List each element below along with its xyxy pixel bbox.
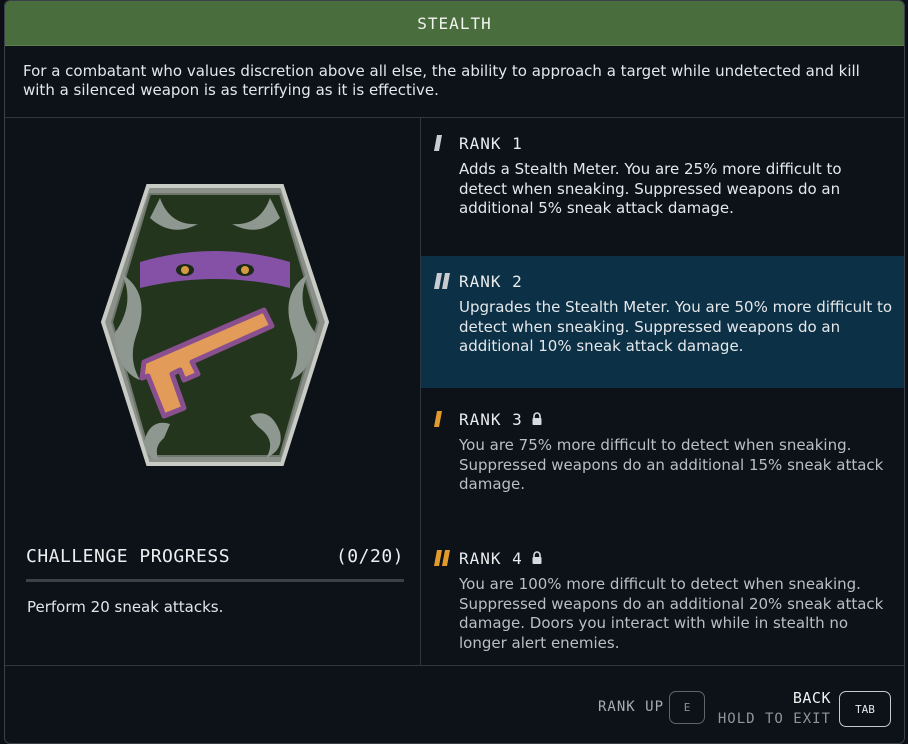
footer-controls: RANK UP E BACK HOLD TO EXIT TAB: [5, 667, 904, 743]
back-button[interactable]: TAB: [839, 691, 891, 727]
rank-up-label: RANK UP: [598, 699, 665, 715]
rank-4-label: RANK 4: [459, 548, 523, 568]
rank-3-mark-icon: [434, 411, 442, 427]
lock-icon: [532, 551, 542, 564]
badge-column: CHALLENGE PROGRESS (0/20) Perform 20 sne…: [5, 118, 421, 666]
rank-2-label: RANK 2: [459, 271, 523, 291]
rank-3-item[interactable]: RANK 3 You are 75% more difficult to det…: [421, 408, 904, 528]
perk-title: STEALTH: [417, 13, 492, 33]
rank-2-mark-icon: [434, 273, 450, 289]
rank-2-item[interactable]: RANK 2 Upgrades the Stealth Meter. You a…: [421, 256, 904, 388]
rank-4-item[interactable]: RANK 4 You are 100% more difficult to de…: [421, 547, 904, 665]
challenge-heading: CHALLENGE PROGRESS: [26, 546, 231, 567]
title-bar: STEALTH: [5, 1, 904, 46]
rank-2-description: Upgrades the Stealth Meter. You are 50% …: [459, 298, 893, 355]
challenge-progress-count: (0/20): [335, 546, 404, 567]
lock-icon: [532, 412, 542, 425]
rank-up-button[interactable]: E: [669, 691, 705, 724]
back-key-label: TAB: [855, 702, 875, 716]
challenge-header: CHALLENGE PROGRESS (0/20): [26, 546, 404, 582]
back-label: BACK: [792, 689, 831, 707]
ranks-column: RANK 1 Adds a Stealth Meter. You are 25%…: [421, 118, 904, 666]
stealth-badge-icon: [100, 184, 330, 466]
rank-1-mark-icon: [434, 135, 442, 151]
perk-description: For a combatant who values discretion ab…: [5, 46, 904, 118]
rank-up-key-label: E: [683, 701, 691, 714]
rank-4-mark-icon: [434, 550, 450, 566]
rank-1-label: RANK 1: [459, 133, 523, 153]
rank-3-label: RANK 3: [459, 409, 523, 429]
challenge-task: Perform 20 sneak attacks.: [27, 598, 224, 616]
rank-1-description: Adds a Stealth Meter. You are 25% more d…: [459, 160, 842, 217]
perk-panel: STEALTH For a combatant who values discr…: [4, 0, 905, 744]
rank-1-item[interactable]: RANK 1 Adds a Stealth Meter. You are 25%…: [421, 132, 904, 252]
rank-3-description: You are 75% more difficult to detect whe…: [459, 436, 884, 493]
rank-4-description: You are 100% more difficult to detect wh…: [459, 575, 884, 652]
perk-body: CHALLENGE PROGRESS (0/20) Perform 20 sne…: [5, 118, 904, 666]
hold-to-exit-label: HOLD TO EXIT: [717, 711, 831, 727]
